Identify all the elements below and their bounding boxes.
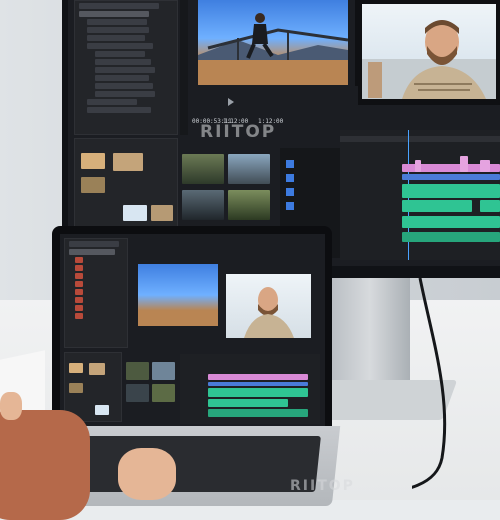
- tree-row[interactable]: [87, 19, 147, 25]
- thumbnail[interactable]: [228, 190, 270, 220]
- timeline-panel: [340, 130, 500, 260]
- tree-row[interactable]: [95, 83, 153, 89]
- tree-row[interactable]: [79, 3, 159, 9]
- tree-row[interactable]: [87, 99, 137, 105]
- thumbnail[interactable]: [81, 153, 105, 169]
- left-hand: [0, 392, 22, 420]
- bridge-skater-scene: [198, 13, 348, 85]
- timeline-clip[interactable]: [208, 374, 308, 380]
- laptop-timeline: [180, 354, 320, 424]
- tree-row[interactable]: [75, 313, 83, 319]
- timeline-clip[interactable]: [402, 200, 472, 212]
- tree-row[interactable]: [87, 35, 145, 41]
- clip-grid: [182, 148, 276, 228]
- watermark-laptop: RIITOP: [290, 478, 355, 494]
- laptop-screen: [60, 234, 325, 428]
- tree-row[interactable]: [95, 67, 155, 73]
- program-monitor-video: [362, 4, 496, 99]
- track-enable-toggle[interactable]: [286, 202, 294, 210]
- thumbnail[interactable]: [126, 362, 149, 380]
- timeline-clip[interactable]: [208, 382, 308, 386]
- thumbnail[interactable]: [69, 383, 83, 393]
- tree-row[interactable]: [75, 265, 83, 271]
- sleeve: [0, 410, 90, 520]
- timeline-clip[interactable]: [208, 409, 308, 417]
- thumbnail[interactable]: [89, 363, 105, 375]
- tree-row[interactable]: [75, 273, 83, 279]
- tree-row[interactable]: [69, 241, 119, 247]
- thumbnail[interactable]: [69, 363, 83, 373]
- timeline-clip[interactable]: [480, 200, 500, 212]
- thumbnail[interactable]: [126, 384, 149, 402]
- laptop-source-video: [138, 264, 218, 326]
- thumbnail[interactable]: [123, 205, 147, 221]
- tree-row[interactable]: [79, 11, 149, 17]
- timeline-clip[interactable]: [208, 399, 288, 407]
- laptop-portrait-scene: [244, 287, 294, 338]
- thumbnail[interactable]: [113, 153, 143, 171]
- time-ruler: [340, 136, 500, 142]
- laptop-clip-grid: [126, 362, 176, 418]
- tree-row[interactable]: [95, 51, 145, 57]
- right-hand: [118, 448, 176, 500]
- tree-row[interactable]: [95, 91, 155, 97]
- timeline-clip[interactable]: [460, 156, 468, 172]
- laptop-project-panel: [64, 238, 128, 348]
- tree-row[interactable]: [87, 43, 153, 49]
- tree-row[interactable]: [87, 27, 149, 33]
- timeline-clip[interactable]: [402, 174, 500, 180]
- thumbnail[interactable]: [95, 405, 109, 415]
- thumbnail[interactable]: [151, 205, 173, 221]
- tree-row[interactable]: [95, 75, 149, 81]
- source-monitor-video: [198, 0, 348, 85]
- track-enable-toggle[interactable]: [286, 188, 294, 196]
- track-enable-toggle[interactable]: [286, 160, 294, 168]
- timeline-clip[interactable]: [480, 160, 490, 172]
- thumbnail[interactable]: [228, 154, 270, 184]
- timeline-clip[interactable]: [208, 388, 308, 397]
- timeline-clip[interactable]: [402, 184, 500, 198]
- tree-row[interactable]: [75, 305, 83, 311]
- thumbnail[interactable]: [152, 384, 175, 402]
- play-button[interactable]: [228, 98, 234, 106]
- tree-row[interactable]: [75, 257, 83, 263]
- laptop-media-panel: [64, 352, 122, 422]
- timeline-clip[interactable]: [415, 160, 421, 172]
- laptop-program-video: [226, 274, 311, 338]
- thumbnail[interactable]: [81, 177, 105, 193]
- watermark-monitor: RIITOP: [200, 122, 277, 142]
- usb-c-cable-icon: [412, 278, 447, 489]
- thumbnail[interactable]: [182, 154, 224, 184]
- tools-column: [180, 0, 188, 135]
- track-enable-toggle[interactable]: [286, 174, 294, 182]
- thumbnail[interactable]: [152, 362, 175, 380]
- tree-row[interactable]: [75, 281, 83, 287]
- tree-row[interactable]: [95, 59, 151, 65]
- media-browser: [74, 138, 178, 228]
- tree-row[interactable]: [75, 297, 83, 303]
- thumbnail[interactable]: [182, 190, 224, 220]
- tree-row[interactable]: [75, 289, 83, 295]
- transport-bar: [188, 86, 358, 116]
- portrait-man-scene: [362, 20, 496, 99]
- timeline-clip[interactable]: [402, 232, 500, 242]
- project-panel: [74, 0, 178, 135]
- tree-row[interactable]: [69, 249, 115, 255]
- timeline-clip[interactable]: [402, 216, 500, 228]
- tree-row[interactable]: [87, 107, 151, 113]
